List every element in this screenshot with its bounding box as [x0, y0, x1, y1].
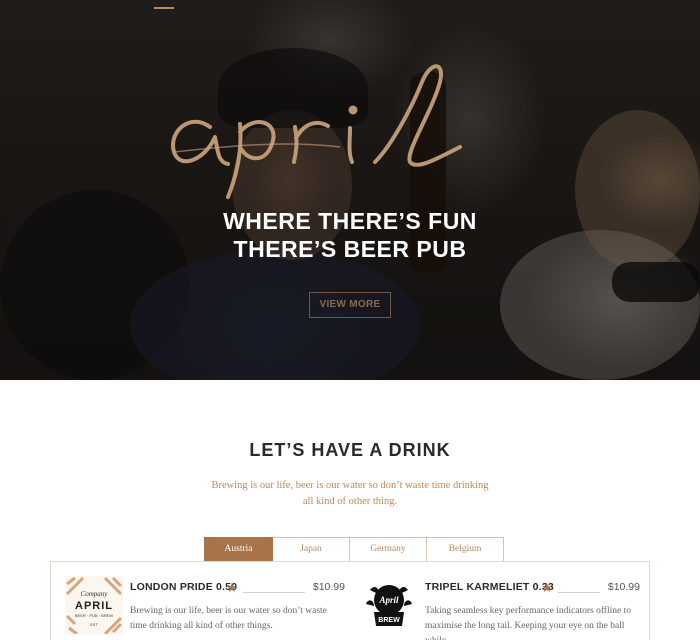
menu-item-price: $10.99 — [312, 581, 345, 593]
hero-headline-line2: THERE’S BEER PUB — [233, 236, 467, 262]
svg-text:EST: EST — [90, 622, 98, 627]
drink-menu-panel: Company APRIL BEER · PUB · BREW EST LOND… — [50, 561, 650, 640]
price-leader-line — [558, 592, 600, 593]
april-brew-badge-logo: April BREW — [360, 576, 418, 634]
svg-text:BREW: BREW — [378, 617, 400, 624]
menu-item-description: Taking seamless key performance indicato… — [425, 606, 631, 640]
section-title: LET’S HAVE A DRINK — [249, 440, 451, 460]
april-badge-logo: Company APRIL BEER · PUB · BREW EST — [65, 576, 123, 634]
hero-accent-line — [154, 7, 174, 9]
menu-item-name: TRIPEL KARMELIET 0.33 — [425, 581, 554, 593]
svg-text:April: April — [378, 595, 399, 605]
section-description: Brewing is our life, beer is our water s… — [211, 480, 489, 507]
star-icon: ★ — [541, 580, 553, 595]
svg-text:Company: Company — [81, 590, 109, 598]
hero-banner: april WHERE THERE’S FUN THERE’S BEER PUB… — [0, 0, 700, 380]
menu-item-description: Brewing is our life, beer is our water s… — [130, 606, 327, 631]
menu-item-price: $10.99 — [607, 581, 640, 593]
svg-text:BEER · PUB · BREW: BEER · PUB · BREW — [75, 613, 113, 618]
tab-germany[interactable]: Germany — [350, 537, 427, 562]
svg-text:APRIL: APRIL — [75, 600, 113, 612]
menu-item-name: LONDON PRIDE 0.50 — [130, 581, 238, 593]
tab-austria[interactable]: Austria — [204, 537, 273, 562]
hero-script-logo: april — [171, 64, 462, 199]
star-icon: ★ — [226, 580, 238, 595]
hero-headline-line1: WHERE THERE’S FUN — [223, 208, 477, 234]
view-more-button[interactable]: VIEW MORE — [309, 292, 391, 318]
country-tabs: Austria Japan Germany Belgium — [204, 537, 504, 562]
tab-japan[interactable]: Japan — [273, 537, 350, 562]
menu-item[interactable]: Company APRIL BEER · PUB · BREW EST LOND… — [65, 576, 345, 636]
tab-belgium[interactable]: Belgium — [427, 537, 504, 562]
price-leader-line — [243, 592, 305, 593]
menu-item[interactable]: April BREW TRIPEL KARMELIET 0.33 ★ $10.9… — [360, 576, 640, 640]
